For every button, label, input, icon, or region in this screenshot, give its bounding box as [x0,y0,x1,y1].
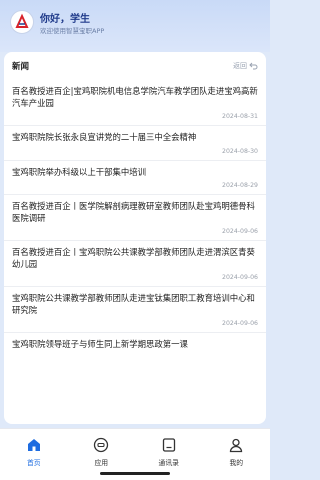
news-item[interactable]: 百名教授进百企丨医学院解剖病理教研室教师团队赴宝鸡明德骨科医院调研 2024-0… [4,195,266,241]
contacts-icon [161,437,177,453]
news-item[interactable]: 宝鸡职院领导班子与师生同上新学期思政第一课 [4,333,266,351]
news-item[interactable]: 百名教授进百企丨宝鸡职院公共课教学部教师团队走进渭滨区青葵幼儿园 2024-09… [4,241,266,287]
news-item[interactable]: 百名教授进百企|宝鸡职院机电信息学院汽车教学团队走进宝鸡高新汽车产业园 2024… [4,80,266,126]
return-arrow-icon [249,62,258,70]
greeting-text: 你好，学生 [40,14,90,25]
news-title: 新闻 [12,62,30,72]
news-item-date: 2024-09-06 [222,320,258,327]
news-item-date: 2024-08-31 [222,113,258,120]
news-item-title: 宝鸡职院领导班子与师生同上新学期思政第一课 [12,339,188,349]
home-indicator [100,472,170,475]
apps-icon [93,437,109,453]
news-item-title: 宝鸡职院公共课教学部教师团队走进宝钛集团职工教育培训中心和研究院 [12,293,255,315]
tab-label: 应用 [94,459,109,467]
news-item[interactable]: 宝鸡职院举办科级以上干部集中培训 2024-08-29 [4,161,266,195]
home-icon [26,437,42,453]
news-item-date: 2024-08-29 [222,182,258,189]
news-card: 新闻 返回 百名教授进百企|宝鸡职院机电信息学院汽车教学团队走进宝鸡高新汽车产业… [4,52,266,424]
tab-label: 首页 [26,459,41,467]
app-header: 你好，学生 欢迎使用智慧宝职APP [0,0,270,52]
news-item-title: 百名教授进百企丨宝鸡职院公共课教学部教师团队走进渭滨区青葵幼儿园 [12,247,255,269]
news-card-header: 新闻 返回 [4,52,266,80]
tab-label: 我的 [229,459,244,467]
welcome-text: 欢迎使用智慧宝职APP [40,27,105,35]
news-item[interactable]: 宝鸡职院公共课教学部教师团队走进宝钛集团职工教育培训中心和研究院 2024-09… [4,287,266,333]
news-item[interactable]: 宝鸡职院院长张永良宣讲党的二十届三中全会精神 2024-08-30 [4,126,266,161]
back-button[interactable]: 返回 [233,61,258,71]
news-item-date: 2024-08-30 [222,147,258,155]
tab-label: 通讯录 [158,459,179,467]
school-logo-icon [10,10,34,34]
news-list: 百名教授进百企|宝鸡职院机电信息学院汽车教学团队走进宝鸡高新汽车产业园 2024… [4,80,266,351]
news-item-title: 百名教授进百企丨医学院解剖病理教研室教师团队赴宝鸡明德骨科医院调研 [12,201,255,223]
news-item-date: 2024-09-06 [222,274,258,281]
news-item-title: 宝鸡职院举办科级以上干部集中培训 [12,166,146,177]
tab-mine[interactable]: 我的 [203,429,271,480]
tab-home[interactable]: 首页 [0,429,68,480]
news-item-date: 2024-09-06 [222,228,258,235]
news-item-title: 宝鸡职院院长张永良宣讲党的二十届三中全会精神 [12,132,197,142]
user-icon [228,437,244,453]
back-label: 返回 [233,62,247,70]
news-item-title: 百名教授进百企|宝鸡职院机电信息学院汽车教学团队走进宝鸡高新汽车产业园 [12,86,258,108]
